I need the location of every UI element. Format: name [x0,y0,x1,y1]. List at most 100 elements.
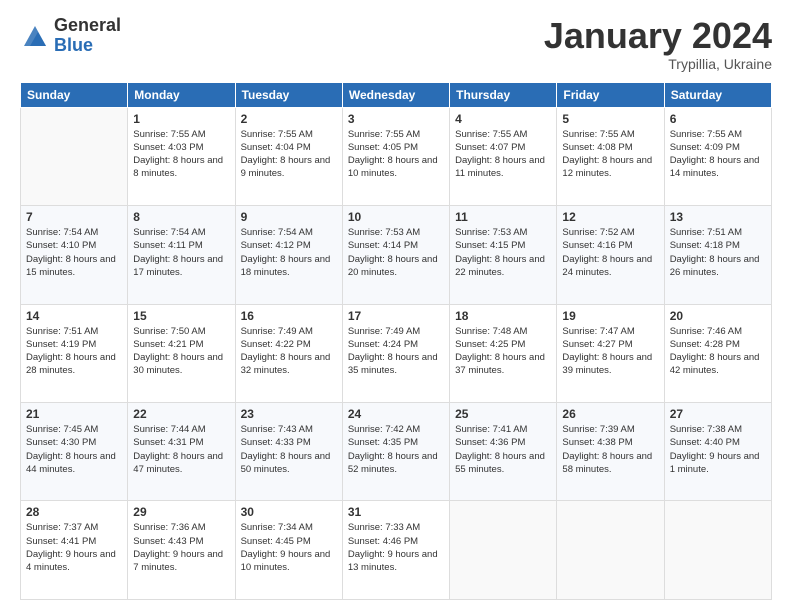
day-number: 9 [241,210,337,224]
calendar-cell: 24 Sunrise: 7:42 AMSunset: 4:35 PMDayligh… [342,403,449,501]
day-number: 11 [455,210,551,224]
day-info: Sunrise: 7:53 AMSunset: 4:14 PMDaylight:… [348,226,444,279]
logo-blue-text: Blue [54,36,121,56]
day-number: 20 [670,309,766,323]
day-info: Sunrise: 7:55 AMSunset: 4:08 PMDaylight:… [562,128,658,181]
week-row-4: 21 Sunrise: 7:45 AMSunset: 4:30 PMDayligh… [21,403,772,501]
calendar-cell: 6 Sunrise: 7:55 AMSunset: 4:09 PMDaylight… [664,107,771,205]
day-info: Sunrise: 7:46 AMSunset: 4:28 PMDaylight:… [670,325,766,378]
day-number: 19 [562,309,658,323]
calendar-cell: 2 Sunrise: 7:55 AMSunset: 4:04 PMDaylight… [235,107,342,205]
day-info: Sunrise: 7:55 AMSunset: 4:07 PMDaylight:… [455,128,551,181]
day-info: Sunrise: 7:55 AMSunset: 4:03 PMDaylight:… [133,128,229,181]
calendar-cell: 26 Sunrise: 7:39 AMSunset: 4:38 PMDayligh… [557,403,664,501]
calendar-cell: 1Sunrise: 7:55 AMSunset: 4:03 PMDaylight… [128,107,235,205]
weekday-header-saturday: Saturday [664,82,771,107]
day-number: 24 [348,407,444,421]
calendar-cell: 22 Sunrise: 7:44 AMSunset: 4:31 PMDayligh… [128,403,235,501]
day-info: Sunrise: 7:54 AMSunset: 4:11 PMDaylight:… [133,226,229,279]
day-number: 18 [455,309,551,323]
day-info: Sunrise: 7:51 AMSunset: 4:18 PMDaylight:… [670,226,766,279]
day-number: 22 [133,407,229,421]
day-info: Sunrise: 7:45 AMSunset: 4:30 PMDaylight:… [26,423,122,476]
day-number: 6 [670,112,766,126]
day-info: Sunrise: 7:42 AMSunset: 4:35 PMDaylight:… [348,423,444,476]
day-info: Sunrise: 7:33 AMSunset: 4:46 PMDaylight:… [348,521,444,574]
day-info: Sunrise: 7:37 AMSunset: 4:41 PMDaylight:… [26,521,122,574]
weekday-header-row: SundayMondayTuesdayWednesdayThursdayFrid… [21,82,772,107]
day-number: 29 [133,505,229,519]
week-row-1: 1Sunrise: 7:55 AMSunset: 4:03 PMDaylight… [21,107,772,205]
day-number: 7 [26,210,122,224]
day-number: 30 [241,505,337,519]
calendar-cell: 12 Sunrise: 7:52 AMSunset: 4:16 PMDayligh… [557,206,664,304]
calendar-cell: 27 Sunrise: 7:38 AMSunset: 4:40 PMDayligh… [664,403,771,501]
day-info: Sunrise: 7:55 AMSunset: 4:09 PMDaylight:… [670,128,766,181]
day-info: Sunrise: 7:49 AMSunset: 4:22 PMDaylight:… [241,325,337,378]
calendar-cell [21,107,128,205]
calendar-cell: 20 Sunrise: 7:46 AMSunset: 4:28 PMDayligh… [664,304,771,402]
page: General Blue January 2024 Trypillia, Ukr… [0,0,792,612]
day-number: 12 [562,210,658,224]
calendar-cell: 29 Sunrise: 7:36 AMSunset: 4:43 PMDayligh… [128,501,235,600]
logo-icon [20,22,50,50]
day-info: Sunrise: 7:54 AMSunset: 4:10 PMDaylight:… [26,226,122,279]
calendar-cell: 7 Sunrise: 7:54 AMSunset: 4:10 PMDaylight… [21,206,128,304]
weekday-header-tuesday: Tuesday [235,82,342,107]
calendar-cell: 17Sunrise: 7:49 AMSunset: 4:24 PMDayligh… [342,304,449,402]
week-row-3: 14Sunrise: 7:51 AMSunset: 4:19 PMDayligh… [21,304,772,402]
calendar-cell: 13 Sunrise: 7:51 AMSunset: 4:18 PMDayligh… [664,206,771,304]
day-info: Sunrise: 7:48 AMSunset: 4:25 PMDaylight:… [455,325,551,378]
day-number: 15 [133,309,229,323]
calendar-cell: 18 Sunrise: 7:48 AMSunset: 4:25 PMDayligh… [450,304,557,402]
day-number: 16 [241,309,337,323]
day-info: Sunrise: 7:55 AMSunset: 4:05 PMDaylight:… [348,128,444,181]
day-info: Sunrise: 7:54 AMSunset: 4:12 PMDaylight:… [241,226,337,279]
title-block: January 2024 Trypillia, Ukraine [544,16,772,72]
day-number: 26 [562,407,658,421]
day-info: Sunrise: 7:43 AMSunset: 4:33 PMDaylight:… [241,423,337,476]
calendar-cell: 31Sunrise: 7:33 AMSunset: 4:46 PMDayligh… [342,501,449,600]
day-number: 17 [348,309,444,323]
header: General Blue January 2024 Trypillia, Ukr… [20,16,772,72]
day-number: 21 [26,407,122,421]
calendar-cell: 11 Sunrise: 7:53 AMSunset: 4:15 PMDayligh… [450,206,557,304]
day-number: 10 [348,210,444,224]
day-number: 28 [26,505,122,519]
day-info: Sunrise: 7:52 AMSunset: 4:16 PMDaylight:… [562,226,658,279]
day-info: Sunrise: 7:55 AMSunset: 4:04 PMDaylight:… [241,128,337,181]
day-number: 8 [133,210,229,224]
weekday-header-monday: Monday [128,82,235,107]
day-number: 4 [455,112,551,126]
day-info: Sunrise: 7:44 AMSunset: 4:31 PMDaylight:… [133,423,229,476]
calendar-cell: 30Sunrise: 7:34 AMSunset: 4:45 PMDayligh… [235,501,342,600]
day-info: Sunrise: 7:38 AMSunset: 4:40 PMDaylight:… [670,423,766,476]
weekday-header-sunday: Sunday [21,82,128,107]
calendar-cell: 16 Sunrise: 7:49 AMSunset: 4:22 PMDayligh… [235,304,342,402]
calendar-cell: 10 Sunrise: 7:53 AMSunset: 4:14 PMDayligh… [342,206,449,304]
day-info: Sunrise: 7:36 AMSunset: 4:43 PMDaylight:… [133,521,229,574]
calendar-cell: 14Sunrise: 7:51 AMSunset: 4:19 PMDayligh… [21,304,128,402]
day-number: 27 [670,407,766,421]
day-info: Sunrise: 7:41 AMSunset: 4:36 PMDaylight:… [455,423,551,476]
calendar-cell: 9 Sunrise: 7:54 AMSunset: 4:12 PMDaylight… [235,206,342,304]
day-number: 2 [241,112,337,126]
week-row-2: 7 Sunrise: 7:54 AMSunset: 4:10 PMDaylight… [21,206,772,304]
day-number: 13 [670,210,766,224]
calendar-cell: 4 Sunrise: 7:55 AMSunset: 4:07 PMDaylight… [450,107,557,205]
calendar-cell: 15Sunrise: 7:50 AMSunset: 4:21 PMDayligh… [128,304,235,402]
calendar-cell [450,501,557,600]
calendar-cell: 19Sunrise: 7:47 AMSunset: 4:27 PMDayligh… [557,304,664,402]
calendar-cell: 3Sunrise: 7:55 AMSunset: 4:05 PMDaylight… [342,107,449,205]
calendar-cell: 23 Sunrise: 7:43 AMSunset: 4:33 PMDayligh… [235,403,342,501]
day-number: 23 [241,407,337,421]
logo-text: General Blue [54,16,121,56]
logo-general-text: General [54,16,121,36]
weekday-header-wednesday: Wednesday [342,82,449,107]
day-info: Sunrise: 7:39 AMSunset: 4:38 PMDaylight:… [562,423,658,476]
month-title: January 2024 [544,16,772,56]
week-row-5: 28 Sunrise: 7:37 AMSunset: 4:41 PMDayligh… [21,501,772,600]
calendar-cell: 28 Sunrise: 7:37 AMSunset: 4:41 PMDayligh… [21,501,128,600]
calendar-cell: 25Sunrise: 7:41 AMSunset: 4:36 PMDayligh… [450,403,557,501]
day-info: Sunrise: 7:53 AMSunset: 4:15 PMDaylight:… [455,226,551,279]
